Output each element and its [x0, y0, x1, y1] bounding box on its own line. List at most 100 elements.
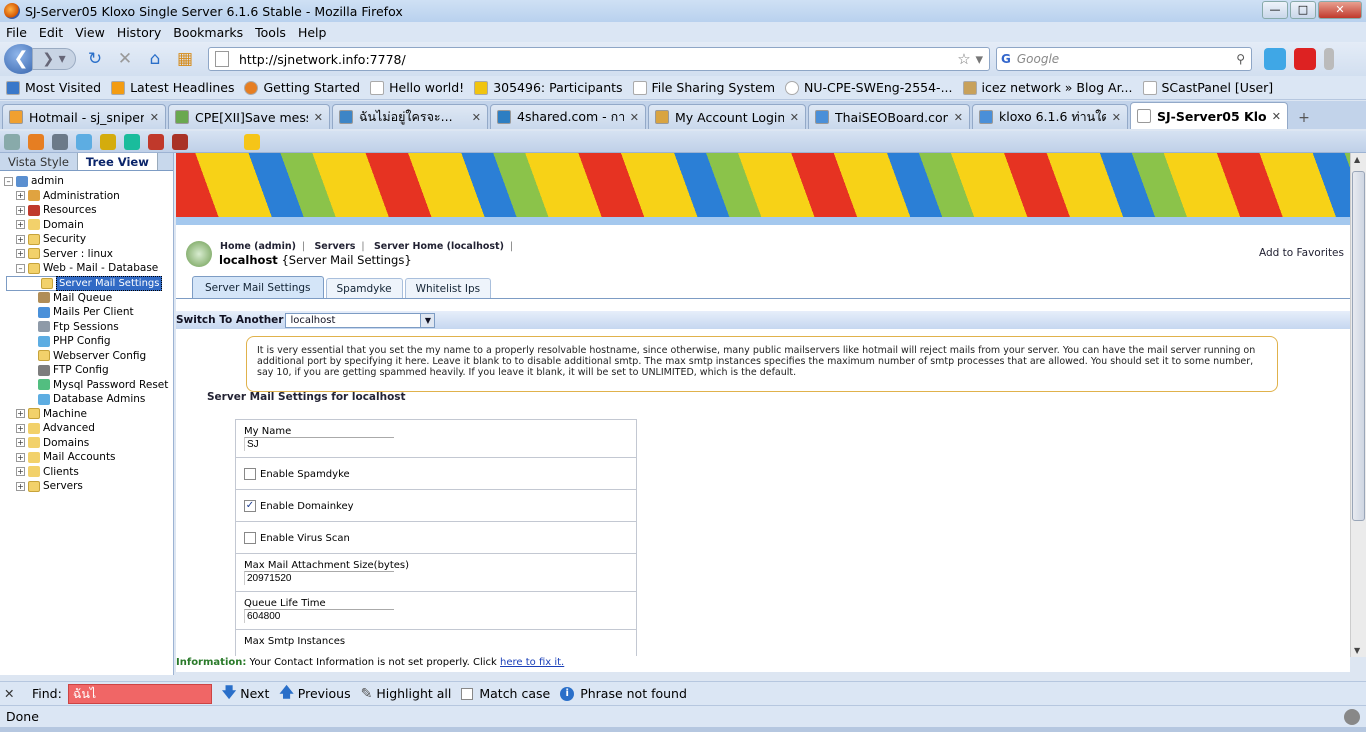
tree-item[interactable]: Webserver Config: [4, 349, 173, 364]
url-bar[interactable]: http://sjnetwork.info:7778/ ☆ ▾: [208, 47, 990, 71]
attachment-size-field[interactable]: [244, 571, 394, 585]
tree-item[interactable]: FTP Config: [4, 363, 173, 378]
tree-item[interactable]: + Servers: [4, 479, 173, 494]
tab-spamdyke[interactable]: Spamdyke: [325, 278, 403, 299]
browser-tab[interactable]: Hotmail - sj_sniper... ✕: [2, 104, 166, 129]
tree-item[interactable]: + Server : linux: [4, 247, 173, 262]
expand-icon[interactable]: +: [16, 191, 25, 201]
menu-help[interactable]: Help: [292, 25, 333, 40]
virus-scan-checkbox[interactable]: [244, 532, 256, 544]
fix-contact-link[interactable]: here to fix it.: [500, 657, 564, 668]
find-next-button[interactable]: 🡇 Next: [222, 682, 270, 706]
breadcrumb-servers[interactable]: Servers: [314, 241, 355, 252]
scroll-down-icon[interactable]: ▼: [1354, 646, 1360, 655]
bookmark-item[interactable]: Hello world!: [370, 80, 464, 95]
close-tab-icon[interactable]: ✕: [150, 111, 159, 124]
vertical-scrollbar[interactable]: ▲ ▼: [1350, 153, 1366, 657]
bookmark-star-icon[interactable]: ☆ ▾: [957, 50, 983, 68]
search-magnifier-icon[interactable]: ⚲: [1236, 52, 1245, 66]
tab-whitelist-ips[interactable]: Whitelist Ips: [404, 278, 492, 299]
tree-item[interactable]: – Web - Mail - Database: [4, 261, 173, 276]
tree-item[interactable]: Server Mail Settings: [6, 275, 163, 291]
add-to-favorites-link[interactable]: Add to Favorites: [1259, 247, 1344, 259]
close-window-button[interactable]: ✕: [1318, 1, 1362, 19]
expand-icon[interactable]: +: [16, 467, 25, 477]
myname-field[interactable]: [244, 437, 394, 451]
switch-select[interactable]: localhost ▼: [285, 312, 436, 328]
tree-item[interactable]: Database Admins: [4, 392, 173, 407]
toolbar-icon[interactable]: [172, 133, 188, 150]
menu-edit[interactable]: Edit: [33, 25, 69, 40]
forward-button[interactable]: ❯ ▾: [32, 48, 76, 70]
toolbar-icon[interactable]: [4, 133, 20, 150]
menu-tools[interactable]: Tools: [249, 25, 292, 40]
favorites-star-icon[interactable]: [244, 133, 260, 150]
browser-tab[interactable]: kloxo 6.1.6 ท่านใดเ... ✕: [972, 104, 1128, 129]
menu-file[interactable]: File: [0, 25, 33, 40]
browser-tab[interactable]: ThaiSEOBoard.com... ✕: [808, 104, 970, 129]
tree-item[interactable]: + Advanced: [4, 421, 173, 436]
close-find-icon[interactable]: ✕: [4, 686, 20, 701]
tab-vista-style[interactable]: Vista Style: [0, 153, 78, 170]
highlight-all-button[interactable]: ✎ Highlight all: [361, 686, 452, 702]
close-tab-icon[interactable]: ✕: [1112, 111, 1121, 124]
scroll-up-icon[interactable]: ▲: [1354, 155, 1360, 164]
find-previous-button[interactable]: 🡅 Previous: [279, 682, 350, 706]
tree-item[interactable]: + Domain: [4, 218, 173, 233]
toolbar-grip-icon[interactable]: [1324, 48, 1334, 70]
toolbar-icon[interactable]: [148, 133, 164, 150]
expand-icon[interactable]: +: [16, 205, 25, 215]
home-icon[interactable]: ⌂: [144, 48, 166, 70]
close-tab-icon[interactable]: ✕: [630, 111, 639, 124]
tab-tree-view[interactable]: Tree View: [77, 153, 158, 170]
expand-icon[interactable]: +: [16, 234, 25, 244]
expand-icon[interactable]: –: [16, 263, 25, 273]
expand-icon[interactable]: +: [16, 423, 25, 433]
queue-lifetime-field[interactable]: [244, 609, 394, 623]
tree-item[interactable]: PHP Config: [4, 334, 173, 349]
toolbar-icon[interactable]: [124, 133, 140, 150]
browser-tab[interactable]: SJ-Server05 Klox... ✕: [1130, 102, 1288, 129]
toolbar-icon[interactable]: [76, 133, 92, 150]
addon-k-icon[interactable]: [1294, 48, 1316, 70]
search-input[interactable]: G Google ⚲: [996, 47, 1252, 71]
maximize-button[interactable]: □: [1290, 1, 1316, 19]
expand-icon[interactable]: +: [16, 409, 25, 419]
tree-item[interactable]: + Security: [4, 232, 173, 247]
bookmark-item[interactable]: Most Visited: [6, 80, 101, 95]
close-tab-icon[interactable]: ✕: [314, 111, 323, 124]
browser-tab[interactable]: ฉันไม่อยู่ใครจะ... ✕: [332, 104, 488, 129]
expand-icon[interactable]: +: [16, 249, 25, 259]
expand-icon[interactable]: +: [16, 220, 25, 230]
toolbar-icon[interactable]: [52, 133, 68, 150]
find-input[interactable]: ฉันไ: [67, 683, 212, 704]
bookmark-item[interactable]: File Sharing System: [632, 80, 775, 95]
breadcrumb-server-home[interactable]: Server Home (localhost): [374, 241, 504, 252]
tree-item[interactable]: + Mail Accounts: [4, 450, 173, 465]
toolbar-icon[interactable]: [28, 133, 44, 150]
spamdyke-checkbox[interactable]: [244, 468, 256, 480]
bookmark-item[interactable]: Getting Started: [244, 80, 360, 95]
toolbar-icon[interactable]: [100, 133, 116, 150]
match-case-checkbox[interactable]: Match case: [461, 686, 550, 701]
addon-icon[interactable]: ▦: [174, 48, 196, 70]
tree-item[interactable]: Ftp Sessions: [4, 320, 173, 335]
bookmark-item[interactable]: 305496: Participants: [474, 80, 623, 95]
reload-icon[interactable]: ↻: [84, 48, 106, 70]
tree-item[interactable]: + Domains: [4, 436, 173, 451]
tree-item[interactable]: + Clients: [4, 465, 173, 480]
breadcrumb-home[interactable]: Home (admin): [220, 241, 296, 252]
expand-icon[interactable]: +: [16, 438, 25, 448]
bookmark-item[interactable]: Latest Headlines: [111, 80, 234, 95]
bookmark-item[interactable]: icez network » Blog Ar...: [962, 80, 1133, 95]
menu-bookmarks[interactable]: Bookmarks: [167, 25, 249, 40]
menu-view[interactable]: View: [69, 25, 111, 40]
menu-history[interactable]: History: [111, 25, 167, 40]
stop-icon[interactable]: ✕: [114, 48, 136, 70]
bookmark-item[interactable]: NU-CPE-SWEng-2554-...: [785, 80, 953, 95]
tab-server-mail-settings[interactable]: Server Mail Settings: [192, 276, 324, 299]
browser-tab[interactable]: CPE[XII]Save messa... ✕: [168, 104, 330, 129]
tree-item[interactable]: + Machine: [4, 407, 173, 422]
gear-icon[interactable]: [1344, 709, 1360, 725]
browser-tab[interactable]: 4shared.com - การโ... ✕: [490, 104, 646, 129]
